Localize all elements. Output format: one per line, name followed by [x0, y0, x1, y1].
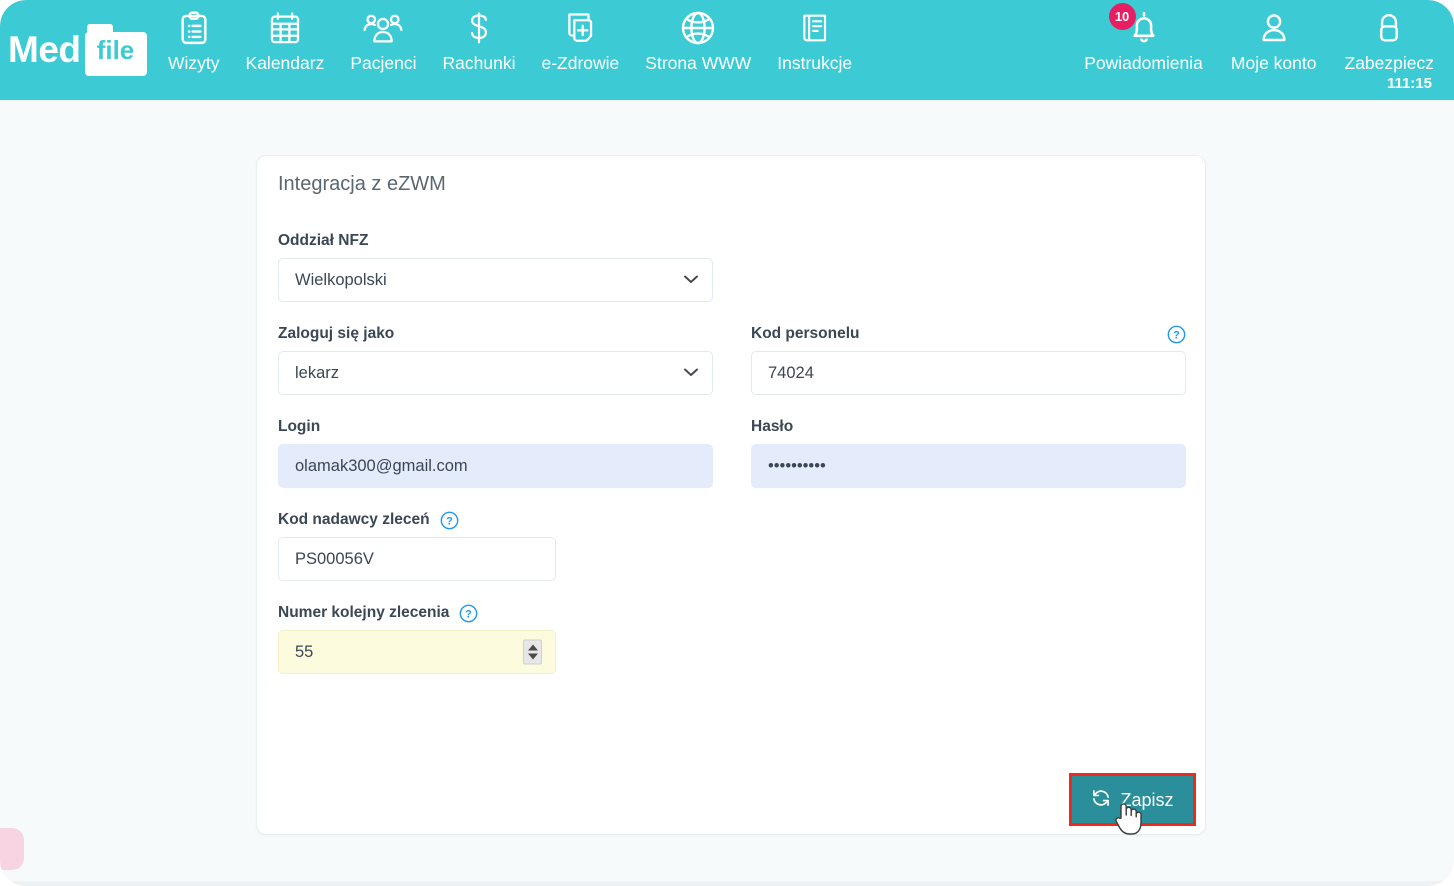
session-timer: 111:15 — [1386, 75, 1432, 92]
field-haslo: Hasło •••••••••• — [751, 417, 1186, 488]
medical-file-icon — [563, 9, 597, 47]
page-bottom-edge — [0, 881, 1454, 886]
brand-file-text: file — [96, 35, 135, 65]
form-row-credentials: Login olamak300@gmail.com Hasło ••••••••… — [278, 417, 1186, 488]
nav-right-items: 10 Powiadomienia Moje konto Zabezpiecz 1… — [1070, 3, 1449, 92]
nav-item-rachunki[interactable]: Rachunki — [430, 9, 529, 74]
calendar-icon — [268, 9, 302, 47]
field-label-zaloguj-jako: Zaloguj się jako — [278, 325, 395, 342]
nav-item-label: Moje konto — [1230, 53, 1317, 73]
help-icon[interactable]: ? — [459, 604, 478, 623]
chat-widget-corner[interactable] — [0, 828, 24, 870]
nav-item-zabezpiecz[interactable]: Zabezpiecz 111:15 — [1331, 9, 1449, 92]
field-kod-personelu: Kod personelu ? 74024 — [751, 324, 1186, 395]
notification-badge: 10 — [1108, 3, 1136, 30]
field-label-kod-personelu: Kod personelu ? — [751, 324, 1186, 344]
input-kod-nadawcy[interactable]: PS00056V — [278, 537, 556, 581]
integration-card: Integracja z eZWM Oddział NFZ Wielkopols… — [256, 155, 1206, 835]
book-icon — [799, 9, 831, 47]
nav-item-strona-www[interactable]: Strona WWW — [632, 9, 764, 74]
nav-item-label: Strona WWW — [645, 53, 752, 73]
select-oddzial-nfz[interactable]: Wielkopolski — [278, 258, 713, 302]
field-label-text: Numer kolejny zlecenia — [278, 604, 450, 621]
stepper-down-icon[interactable] — [527, 653, 538, 660]
nav-item-label: Instrukcje — [777, 53, 853, 73]
field-numer-kolejny: Numer kolejny zlecenia ? 55 — [278, 603, 556, 674]
nav-item-kalendarz[interactable]: Kalendarz — [233, 9, 338, 74]
input-login[interactable]: olamak300@gmail.com — [278, 444, 713, 488]
number-stepper[interactable] — [523, 639, 542, 665]
brand-med-text: Med — [8, 29, 81, 70]
form-col-empty-2 — [594, 510, 1029, 581]
nav-item-powiadomienia[interactable]: 10 Powiadomienia — [1070, 3, 1217, 74]
field-label-kod-nadawcy: Kod nadawcy zleceń ? — [278, 510, 556, 530]
field-login: Login olamak300@gmail.com — [278, 417, 713, 488]
nav-item-label: Kalendarz — [245, 53, 325, 73]
select-wrap-zaloguj-jako: lekarz — [278, 351, 713, 395]
form-row-numer-kolejny: Numer kolejny zlecenia ? 55 — [278, 603, 1186, 674]
form-col-empty-3 — [594, 603, 1029, 674]
page-title: Integracja z eZWM — [278, 173, 446, 195]
field-oddzial-nfz: Oddział NFZ Wielkopolski — [278, 231, 713, 302]
help-icon[interactable]: ? — [440, 511, 459, 530]
nav-item-label: Powiadomienia — [1084, 53, 1203, 73]
integration-form: Oddział NFZ Wielkopolski Zaloguj się jak… — [278, 231, 1186, 674]
brand-folder-icon: file — [84, 24, 147, 76]
field-zaloguj-jako: Zaloguj się jako lekarz — [278, 324, 713, 395]
stepper-up-icon[interactable] — [527, 644, 538, 651]
save-button-highlight: Zapisz — [1069, 773, 1196, 826]
input-haslo[interactable]: •••••••••• — [751, 444, 1186, 488]
nav-item-instrukcje[interactable]: Instrukcje — [764, 9, 865, 74]
save-button[interactable]: Zapisz — [1072, 776, 1193, 823]
svg-text:?: ? — [466, 608, 473, 620]
field-label-numer-kolejny: Numer kolejny zlecenia ? — [278, 603, 556, 623]
field-label-text: Kod personelu — [751, 325, 860, 342]
select-wrap-oddzial-nfz: Wielkopolski — [278, 258, 713, 302]
input-kod-personelu[interactable]: 74024 — [751, 351, 1186, 395]
nav-item-label: Zabezpiecz — [1344, 53, 1435, 73]
field-label-text: Kod nadawcy zleceń — [278, 511, 430, 528]
nav-item-pacjenci[interactable]: Pacjenci — [337, 9, 429, 74]
form-row-oddzial: Oddział NFZ Wielkopolski — [278, 231, 1186, 302]
brand-logo[interactable]: Med file — [8, 20, 147, 80]
dollar-icon — [464, 9, 494, 47]
top-navbar: Med file Wizyty Kalendarz Pacjenci Rachu… — [0, 0, 1454, 100]
globe-icon — [680, 9, 716, 47]
field-label-oddzial-nfz: Oddział NFZ — [278, 232, 369, 249]
bell-icon: 10 — [1108, 3, 1161, 47]
form-col-empty-1 — [751, 231, 1186, 302]
nav-item-ezdrowie[interactable]: e-Zdrowie — [528, 9, 632, 74]
nav-item-wizyty[interactable]: Wizyty — [155, 9, 233, 74]
nav-items: Wizyty Kalendarz Pacjenci Rachunki e-Zdr… — [155, 9, 865, 74]
user-icon — [1258, 9, 1290, 47]
sync-icon — [1091, 788, 1111, 812]
nav-item-label: e-Zdrowie — [541, 53, 620, 73]
field-kod-nadawcy: Kod nadawcy zleceń ? PS00056V — [278, 510, 556, 581]
nav-item-label: Rachunki — [442, 53, 516, 73]
nav-item-label: Pacjenci — [350, 53, 417, 73]
nav-item-label: Wizyty — [168, 53, 220, 73]
field-label-haslo: Hasło — [751, 418, 794, 435]
svg-text:?: ? — [446, 515, 453, 527]
clipboard-icon — [177, 9, 211, 47]
help-icon[interactable]: ? — [1167, 325, 1186, 344]
nav-item-moje-konto[interactable]: Moje konto — [1217, 9, 1331, 74]
number-input-wrap: 55 — [278, 630, 556, 674]
svg-text:?: ? — [1173, 329, 1180, 341]
input-numer-kolejny[interactable]: 55 — [278, 630, 556, 674]
select-zaloguj-jako[interactable]: lekarz — [278, 351, 713, 395]
field-label-login: Login — [278, 418, 321, 435]
save-button-label: Zapisz — [1120, 789, 1174, 810]
app-page: Med file Wizyty Kalendarz Pacjenci Rachu… — [0, 0, 1454, 886]
people-icon — [363, 9, 403, 47]
lock-icon — [1373, 9, 1405, 47]
form-row-kod-nadawcy: Kod nadawcy zleceń ? PS00056V — [278, 510, 1186, 581]
form-row-login-as: Zaloguj się jako lekarz Kod personelu ? … — [278, 324, 1186, 395]
